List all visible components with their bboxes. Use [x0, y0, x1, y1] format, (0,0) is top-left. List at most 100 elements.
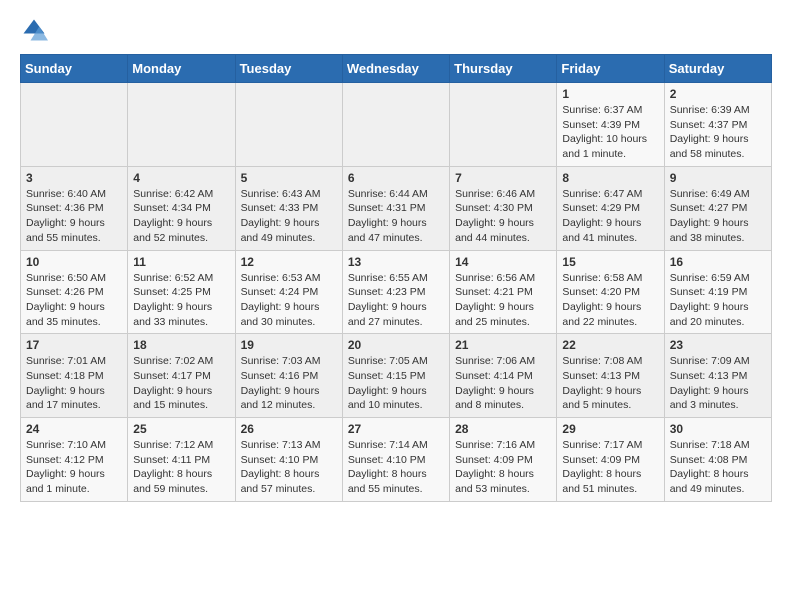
day-info: Sunrise: 6:55 AM Sunset: 4:23 PM Dayligh…: [348, 271, 444, 330]
day-number: 25: [133, 422, 229, 436]
calendar-cell: 22 Sunrise: 7:08 AM Sunset: 4:13 PM Dayli…: [557, 334, 664, 418]
day-number: 13: [348, 255, 444, 269]
calendar-cell: 15Sunrise: 6:58 AM Sunset: 4:20 PM Dayli…: [557, 250, 664, 334]
day-info: Sunrise: 6:37 AM Sunset: 4:39 PM Dayligh…: [562, 103, 658, 162]
day-number: 18: [133, 338, 229, 352]
weekday-header: Saturday: [664, 55, 771, 83]
calendar-cell: 4 Sunrise: 6:42 AM Sunset: 4:34 PM Daylig…: [128, 166, 235, 250]
day-info: Sunrise: 7:13 AM Sunset: 4:10 PM Dayligh…: [241, 438, 337, 497]
logo-icon: [20, 16, 48, 44]
day-info: Sunrise: 7:12 AM Sunset: 4:11 PM Dayligh…: [133, 438, 229, 497]
day-number: 27: [348, 422, 444, 436]
calendar-cell: 24 Sunrise: 7:10 AM Sunset: 4:12 PM Dayli…: [21, 418, 128, 502]
day-info: Sunrise: 6:40 AM Sunset: 4:36 PM Dayligh…: [26, 187, 122, 246]
day-number: 19: [241, 338, 337, 352]
calendar-cell: 5Sunrise: 6:43 AM Sunset: 4:33 PM Daylig…: [235, 166, 342, 250]
calendar-cell: 29 Sunrise: 7:17 AM Sunset: 4:09 PM Dayli…: [557, 418, 664, 502]
calendar-cell: 20 Sunrise: 7:05 AM Sunset: 4:15 PM Dayli…: [342, 334, 449, 418]
calendar-cell: 27 Sunrise: 7:14 AM Sunset: 4:10 PM Dayli…: [342, 418, 449, 502]
header-row: SundayMondayTuesdayWednesdayThursdayFrid…: [21, 55, 772, 83]
day-number: 7: [455, 171, 551, 185]
day-number: 28: [455, 422, 551, 436]
calendar-cell: [450, 83, 557, 167]
day-number: 22: [562, 338, 658, 352]
day-number: 1: [562, 87, 658, 101]
weekday-header: Monday: [128, 55, 235, 83]
weekday-header: Thursday: [450, 55, 557, 83]
day-number: 16: [670, 255, 766, 269]
calendar-header: SundayMondayTuesdayWednesdayThursdayFrid…: [21, 55, 772, 83]
page: SundayMondayTuesdayWednesdayThursdayFrid…: [0, 0, 792, 522]
day-number: 4: [133, 171, 229, 185]
day-info: Sunrise: 7:08 AM Sunset: 4:13 PM Dayligh…: [562, 354, 658, 413]
day-number: 26: [241, 422, 337, 436]
day-info: Sunrise: 7:03 AM Sunset: 4:16 PM Dayligh…: [241, 354, 337, 413]
day-info: Sunrise: 6:53 AM Sunset: 4:24 PM Dayligh…: [241, 271, 337, 330]
calendar-cell: 25 Sunrise: 7:12 AM Sunset: 4:11 PM Dayli…: [128, 418, 235, 502]
weekday-header: Wednesday: [342, 55, 449, 83]
calendar-cell: [128, 83, 235, 167]
day-info: Sunrise: 6:52 AM Sunset: 4:25 PM Dayligh…: [133, 271, 229, 330]
day-info: Sunrise: 6:46 AM Sunset: 4:30 PM Dayligh…: [455, 187, 551, 246]
header: [20, 16, 772, 44]
day-info: Sunrise: 6:56 AM Sunset: 4:21 PM Dayligh…: [455, 271, 551, 330]
weekday-header: Friday: [557, 55, 664, 83]
calendar-cell: [235, 83, 342, 167]
day-number: 14: [455, 255, 551, 269]
day-number: 3: [26, 171, 122, 185]
day-number: 29: [562, 422, 658, 436]
day-info: Sunrise: 6:49 AM Sunset: 4:27 PM Dayligh…: [670, 187, 766, 246]
calendar-cell: 9 Sunrise: 6:49 AM Sunset: 4:27 PM Daylig…: [664, 166, 771, 250]
day-number: 11: [133, 255, 229, 269]
calendar-cell: 11 Sunrise: 6:52 AM Sunset: 4:25 PM Dayli…: [128, 250, 235, 334]
calendar-cell: 7 Sunrise: 6:46 AM Sunset: 4:30 PM Daylig…: [450, 166, 557, 250]
day-info: Sunrise: 7:02 AM Sunset: 4:17 PM Dayligh…: [133, 354, 229, 413]
day-number: 24: [26, 422, 122, 436]
day-info: Sunrise: 6:59 AM Sunset: 4:19 PM Dayligh…: [670, 271, 766, 330]
calendar-cell: 10 Sunrise: 6:50 AM Sunset: 4:26 PM Dayli…: [21, 250, 128, 334]
calendar-cell: 2Sunrise: 6:39 AM Sunset: 4:37 PM Daylig…: [664, 83, 771, 167]
calendar-cell: 17 Sunrise: 7:01 AM Sunset: 4:18 PM Dayli…: [21, 334, 128, 418]
calendar-week-row: 3 Sunrise: 6:40 AM Sunset: 4:36 PM Daylig…: [21, 166, 772, 250]
calendar-cell: [342, 83, 449, 167]
calendar-cell: 3 Sunrise: 6:40 AM Sunset: 4:36 PM Daylig…: [21, 166, 128, 250]
day-info: Sunrise: 7:06 AM Sunset: 4:14 PM Dayligh…: [455, 354, 551, 413]
day-info: Sunrise: 7:09 AM Sunset: 4:13 PM Dayligh…: [670, 354, 766, 413]
calendar-week-row: 24 Sunrise: 7:10 AM Sunset: 4:12 PM Dayli…: [21, 418, 772, 502]
day-info: Sunrise: 7:10 AM Sunset: 4:12 PM Dayligh…: [26, 438, 122, 497]
day-number: 21: [455, 338, 551, 352]
day-number: 10: [26, 255, 122, 269]
day-info: Sunrise: 7:14 AM Sunset: 4:10 PM Dayligh…: [348, 438, 444, 497]
day-number: 30: [670, 422, 766, 436]
day-info: Sunrise: 7:17 AM Sunset: 4:09 PM Dayligh…: [562, 438, 658, 497]
day-number: 2: [670, 87, 766, 101]
calendar-cell: 12 Sunrise: 6:53 AM Sunset: 4:24 PM Dayli…: [235, 250, 342, 334]
calendar-week-row: 17 Sunrise: 7:01 AM Sunset: 4:18 PM Dayli…: [21, 334, 772, 418]
day-info: Sunrise: 7:18 AM Sunset: 4:08 PM Dayligh…: [670, 438, 766, 497]
day-info: Sunrise: 6:47 AM Sunset: 4:29 PM Dayligh…: [562, 187, 658, 246]
day-number: 20: [348, 338, 444, 352]
calendar-cell: 28 Sunrise: 7:16 AM Sunset: 4:09 PM Dayli…: [450, 418, 557, 502]
day-info: Sunrise: 7:01 AM Sunset: 4:18 PM Dayligh…: [26, 354, 122, 413]
day-info: Sunrise: 6:50 AM Sunset: 4:26 PM Dayligh…: [26, 271, 122, 330]
logo: [20, 16, 52, 44]
day-number: 17: [26, 338, 122, 352]
calendar-cell: 16 Sunrise: 6:59 AM Sunset: 4:19 PM Dayli…: [664, 250, 771, 334]
day-info: Sunrise: 6:44 AM Sunset: 4:31 PM Dayligh…: [348, 187, 444, 246]
weekday-header: Tuesday: [235, 55, 342, 83]
calendar-week-row: 10 Sunrise: 6:50 AM Sunset: 4:26 PM Dayli…: [21, 250, 772, 334]
day-number: 23: [670, 338, 766, 352]
day-info: Sunrise: 7:05 AM Sunset: 4:15 PM Dayligh…: [348, 354, 444, 413]
calendar-cell: [21, 83, 128, 167]
calendar-cell: 13 Sunrise: 6:55 AM Sunset: 4:23 PM Dayli…: [342, 250, 449, 334]
calendar-cell: 23 Sunrise: 7:09 AM Sunset: 4:13 PM Dayli…: [664, 334, 771, 418]
calendar-cell: 1 Sunrise: 6:37 AM Sunset: 4:39 PM Daylig…: [557, 83, 664, 167]
day-info: Sunrise: 6:42 AM Sunset: 4:34 PM Dayligh…: [133, 187, 229, 246]
calendar-cell: 18 Sunrise: 7:02 AM Sunset: 4:17 PM Dayli…: [128, 334, 235, 418]
day-number: 8: [562, 171, 658, 185]
day-number: 12: [241, 255, 337, 269]
day-number: 9: [670, 171, 766, 185]
day-info: Sunrise: 7:16 AM Sunset: 4:09 PM Dayligh…: [455, 438, 551, 497]
day-number: 5: [241, 171, 337, 185]
day-info: Sunrise: 6:58 AM Sunset: 4:20 PM Dayligh…: [562, 271, 658, 330]
